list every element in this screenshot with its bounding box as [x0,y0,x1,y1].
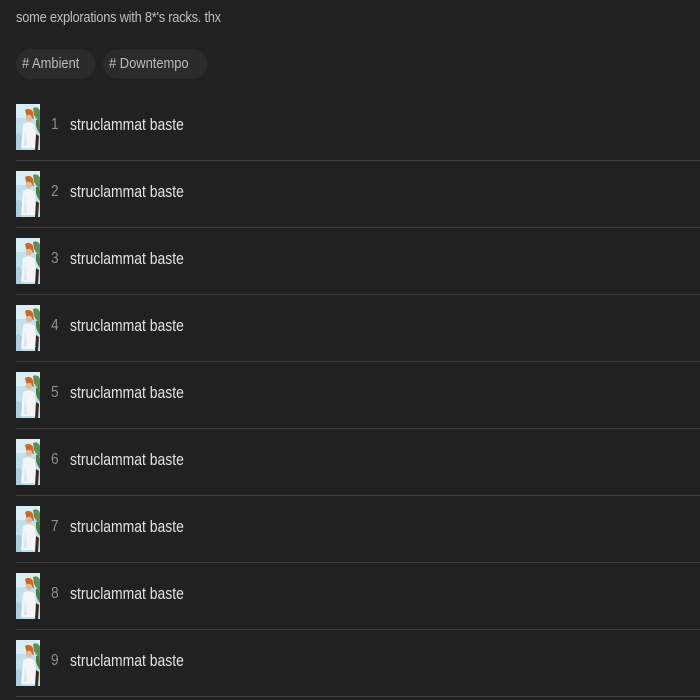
track-title: struclammat baste [70,517,184,536]
track-number: 3 [51,250,59,267]
track-number: 2 [51,183,59,200]
tag-ambient[interactable]: # Ambient [16,49,95,79]
track-row[interactable]: 5 struclammat baste [16,362,700,429]
track-number: 6 [51,451,59,468]
album-art-thumbnail-icon [16,506,40,552]
track-title: struclammat baste [70,584,184,603]
album-art-thumbnail-icon [16,439,40,485]
track-row[interactable]: 9 struclammat baste [16,630,700,697]
album-art-thumbnail-icon [16,171,40,217]
track-number: 7 [51,518,59,535]
track-number: 1 [51,116,59,133]
release-description: some explorations with 8*'s racks. thx [16,9,221,26]
track-title: struclammat baste [70,316,184,335]
track-row[interactable]: 1 struclammat baste [16,94,700,161]
tag-downtempo[interactable]: # Downtempo [102,49,208,79]
album-art-thumbnail-icon [16,104,40,150]
track-title: struclammat baste [70,249,184,268]
album-art-thumbnail-icon [16,305,40,351]
track-number: 9 [51,652,59,669]
tag-label: # Ambient [22,55,80,72]
track-title: struclammat baste [70,383,184,402]
track-row[interactable]: 8 struclammat baste [16,563,700,630]
track-row[interactable]: 2 struclammat baste [16,161,700,228]
tag-list: # Ambient # Downtempo [16,49,208,79]
track-row[interactable]: 7 struclammat baste [16,496,700,563]
track-title: struclammat baste [70,115,184,134]
track-row[interactable]: 4 struclammat baste [16,295,700,362]
track-row[interactable]: 3 struclammat baste [16,228,700,295]
track-title: struclammat baste [70,182,184,201]
tag-label: # Downtempo [108,55,189,72]
album-art-thumbnail-icon [16,238,40,284]
track-number: 8 [51,585,59,602]
track-title: struclammat baste [70,651,184,670]
track-list: 1 struclammat baste 2 struclammat baste … [16,94,700,697]
track-title: struclammat baste [70,450,184,469]
release-page: some explorations with 8*'s racks. thx #… [0,0,700,700]
track-number: 5 [51,384,59,401]
album-art-thumbnail-icon [16,640,40,686]
album-art-thumbnail-icon [16,573,40,619]
track-number: 4 [51,317,59,334]
album-art-thumbnail-icon [16,372,40,418]
track-row[interactable]: 6 struclammat baste [16,429,700,496]
